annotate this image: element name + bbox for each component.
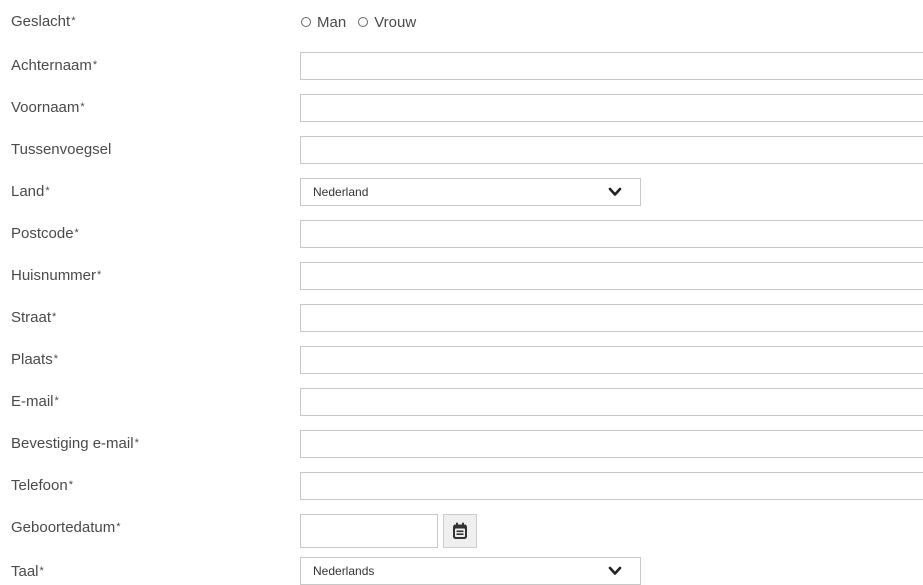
radio-vrouw-label: Vrouw	[374, 13, 417, 31]
required-marker: *	[134, 437, 139, 449]
bevestiging-email-label: Bevestiging e-mail*	[11, 434, 139, 454]
straat-label-text: Straat	[11, 309, 52, 326]
land-label: Land*	[11, 182, 50, 202]
achternaam-label-text: Achternaam	[11, 57, 92, 74]
postcode-label-text: Postcode	[11, 225, 74, 242]
plaats-input[interactable]	[300, 346, 923, 374]
telefoon-label-text: Telefoon	[11, 477, 68, 494]
land-select[interactable]: Nederland	[300, 178, 641, 206]
huisnummer-label-text: Huisnummer	[11, 267, 97, 284]
email-input[interactable]	[300, 388, 923, 416]
achternaam-input[interactable]	[300, 52, 923, 80]
taal-label: Taal*	[11, 562, 44, 582]
gender-label-text: Geslacht	[11, 13, 71, 30]
chevron-down-icon[interactable]	[608, 564, 622, 578]
land-select-value: Nederland	[313, 185, 369, 199]
land-label-text: Land	[11, 183, 45, 200]
bevestiging-email-input[interactable]	[300, 430, 923, 458]
required-marker: *	[80, 101, 85, 113]
tussenvoegsel-label: Tussenvoegsel	[11, 140, 111, 160]
chevron-down-icon[interactable]	[608, 185, 622, 199]
gender-option-man[interactable]: Man	[301, 14, 346, 31]
telefoon-label: Telefoon*	[11, 476, 73, 496]
postcode-input[interactable]	[300, 220, 923, 248]
taal-select-value: Nederlands	[313, 564, 375, 578]
gender-radio-group: Man Vrouw	[301, 12, 428, 32]
plaats-label: Plaats*	[11, 350, 58, 370]
required-marker: *	[92, 59, 98, 71]
radio-man-label: Man	[317, 13, 347, 31]
achternaam-label: Achternaam*	[11, 56, 97, 76]
telefoon-input[interactable]	[300, 472, 923, 500]
gender-option-vrouw[interactable]: Vrouw	[358, 14, 416, 31]
required-marker: *	[68, 479, 73, 491]
required-marker: *	[74, 227, 79, 239]
radio-vrouw[interactable]	[358, 17, 369, 27]
voornaam-input[interactable]	[300, 94, 923, 122]
huisnummer-label: Huisnummer*	[11, 266, 101, 286]
bevestiging-email-label-text: Bevestiging e-mail	[11, 435, 134, 452]
voornaam-label: Voornaam*	[11, 98, 85, 118]
required-marker: *	[54, 395, 59, 407]
required-marker: *	[71, 15, 76, 27]
straat-input[interactable]	[300, 304, 923, 332]
geboortedatum-label-text: Geboortedatum	[11, 519, 116, 536]
postcode-label: Postcode*	[11, 224, 79, 244]
email-label-text: E-mail	[11, 393, 54, 410]
geboortedatum-input[interactable]	[300, 514, 438, 548]
radio-man[interactable]	[301, 17, 311, 27]
taal-label-text: Taal	[11, 563, 39, 580]
required-marker: *	[53, 353, 58, 365]
tussenvoegsel-input[interactable]	[300, 136, 923, 164]
geboortedatum-label: Geboortedatum*	[11, 518, 121, 538]
required-marker: *	[39, 565, 44, 577]
huisnummer-input[interactable]	[300, 262, 923, 290]
calendar-icon	[453, 522, 467, 539]
voornaam-label-text: Voornaam	[11, 99, 80, 116]
required-marker: *	[97, 269, 102, 281]
straat-label: Straat*	[11, 308, 56, 328]
required-marker: *	[116, 521, 121, 533]
gender-label: Geslacht*	[11, 12, 75, 32]
required-marker: *	[45, 185, 50, 197]
tussenvoegsel-label-text: Tussenvoegsel	[11, 141, 112, 158]
required-marker: *	[52, 311, 57, 323]
taal-select[interactable]: Nederlands	[300, 557, 641, 585]
email-label: E-mail*	[11, 392, 59, 412]
date-picker-button[interactable]	[443, 514, 477, 548]
plaats-label-text: Plaats	[11, 351, 53, 368]
